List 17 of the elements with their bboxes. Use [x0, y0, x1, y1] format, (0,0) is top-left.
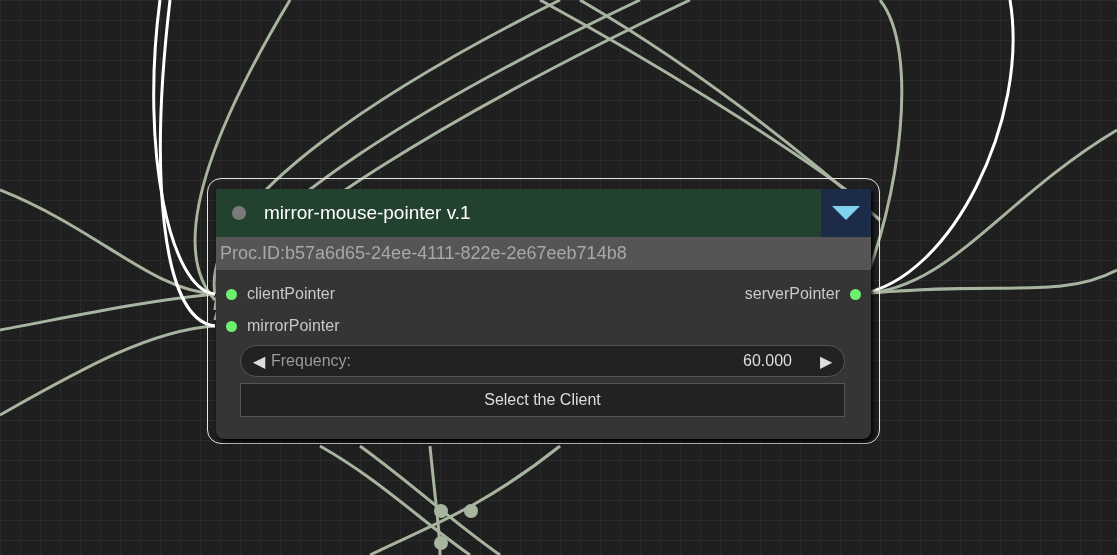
port-label: serverPointer	[744, 285, 840, 303]
triangle-down-icon	[832, 206, 860, 220]
decrement-arrow[interactable]: ◀	[253, 351, 265, 371]
increment-arrow[interactable]: ▶	[820, 351, 832, 371]
port-label: mirrorPointer	[247, 317, 340, 335]
frequency-spinner[interactable]: ◀ Frequency: 60.000 ▶	[240, 345, 845, 377]
port-label: clientPointer	[247, 285, 336, 303]
output-port-icon[interactable]	[850, 288, 861, 300]
process-id: Proc.ID:b57a6d65-24ee-4111-822e-2e67eeb714b8	[216, 237, 871, 270]
input-port-icon[interactable]	[226, 320, 237, 332]
select-client-button[interactable]: Select the Client	[240, 383, 845, 417]
node-title: mirror-mouse-pointer v.1	[264, 202, 472, 224]
spinner-label: Frequency:	[271, 352, 353, 370]
spinner-value: 60.000	[743, 352, 792, 370]
status-dot-icon	[232, 206, 246, 220]
dropdown-button[interactable]	[821, 189, 871, 237]
input-port-icon[interactable]	[226, 288, 237, 300]
